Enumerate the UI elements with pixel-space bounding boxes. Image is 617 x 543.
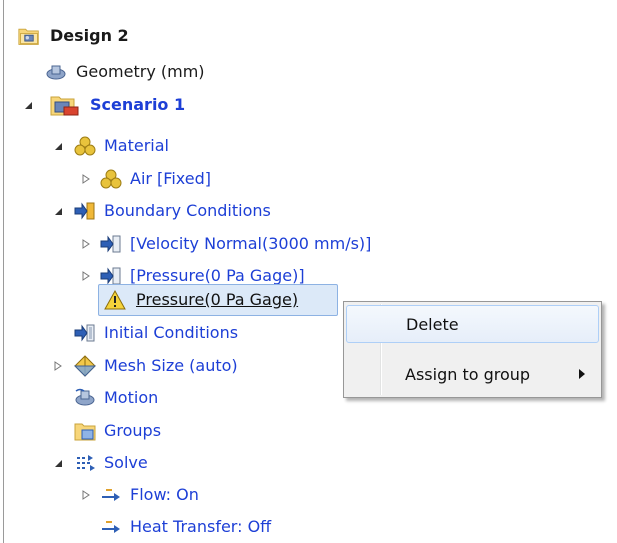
- collapsed-triangle-icon[interactable]: [79, 237, 93, 251]
- tree-item-pressure-selected[interactable]: Pressure(0 Pa Gage): [104, 285, 298, 315]
- pressure-selected-label: Pressure(0 Pa Gage): [136, 290, 299, 309]
- expanded-triangle-icon[interactable]: [51, 456, 65, 470]
- initial-conditions-label: Initial Conditions: [104, 323, 239, 342]
- scenario-folder-icon: [50, 94, 80, 116]
- tree-item-scenario[interactable]: Scenario 1: [50, 90, 185, 120]
- motion-icon: [74, 387, 96, 409]
- expanded-triangle-icon[interactable]: [21, 98, 35, 112]
- tree-item-initial-conditions[interactable]: Initial Conditions: [74, 318, 238, 348]
- material-icon: [100, 168, 122, 190]
- menu-item-delete[interactable]: Delete: [346, 305, 599, 343]
- pressure-group-label: [Pressure(0 Pa Gage)]: [130, 266, 305, 285]
- tree-item-velocity-normal[interactable]: [Velocity Normal(3000 mm/s)]: [100, 229, 371, 259]
- menu-item-assign-to-group-label: Assign to group: [405, 364, 531, 384]
- menu-item-assign-to-group[interactable]: Assign to group: [346, 355, 599, 393]
- context-menu: Delete Assign to group: [343, 301, 602, 398]
- geometry-label: Geometry (mm): [76, 62, 205, 81]
- boundary-condition-icon: [100, 233, 122, 255]
- material-label: Material: [104, 136, 169, 155]
- submenu-arrow-icon: [579, 369, 585, 379]
- heat-transfer-icon: [100, 516, 122, 538]
- solve-icon: [74, 452, 96, 474]
- menu-item-delete-label: Delete: [406, 314, 459, 334]
- design-label: Design 2: [50, 26, 129, 45]
- tree-item-groups[interactable]: Groups: [74, 416, 161, 446]
- design-folder-icon: [18, 25, 40, 47]
- scenario-label: Scenario 1: [90, 95, 186, 114]
- geometry-icon: [46, 61, 68, 83]
- flow-label: Flow: On: [130, 485, 199, 504]
- tree-item-solve[interactable]: Solve: [74, 448, 148, 478]
- expanded-triangle-icon[interactable]: [51, 204, 65, 218]
- solve-label: Solve: [104, 453, 148, 472]
- boundary-conditions-icon: [74, 200, 96, 222]
- warning-icon: [104, 289, 126, 311]
- expanded-triangle-icon[interactable]: [51, 139, 65, 153]
- tree-item-flow[interactable]: Flow: On: [100, 480, 199, 510]
- tree-left-border: [3, 0, 4, 543]
- mesh-icon: [74, 355, 96, 377]
- material-icon: [74, 135, 96, 157]
- tree-item-motion[interactable]: Motion: [74, 383, 158, 413]
- tree-item-air[interactable]: Air [Fixed]: [100, 164, 211, 194]
- mesh-size-label: Mesh Size (auto): [104, 356, 238, 375]
- flow-icon: [100, 484, 122, 506]
- tree-item-mesh-size[interactable]: Mesh Size (auto): [74, 351, 238, 381]
- tree-item-design[interactable]: Design 2: [18, 21, 129, 51]
- collapsed-triangle-icon[interactable]: [79, 488, 93, 502]
- collapsed-triangle-icon[interactable]: [79, 172, 93, 186]
- groups-folder-icon: [74, 420, 96, 442]
- groups-label: Groups: [104, 421, 162, 440]
- tree-item-boundary-conditions[interactable]: Boundary Conditions: [74, 196, 271, 226]
- collapsed-triangle-icon[interactable]: [51, 359, 65, 373]
- heat-transfer-label: Heat Transfer: Off: [130, 517, 272, 536]
- velocity-normal-label: [Velocity Normal(3000 mm/s)]: [130, 234, 372, 253]
- tree-item-geometry[interactable]: Geometry (mm): [46, 57, 205, 87]
- collapsed-triangle-icon[interactable]: [79, 269, 93, 283]
- tree-item-material[interactable]: Material: [74, 131, 169, 161]
- tree-item-heat-transfer[interactable]: Heat Transfer: Off: [100, 512, 271, 542]
- boundary-conditions-label: Boundary Conditions: [104, 201, 271, 220]
- motion-label: Motion: [104, 388, 159, 407]
- air-label: Air [Fixed]: [130, 169, 211, 188]
- initial-conditions-icon: [74, 322, 96, 344]
